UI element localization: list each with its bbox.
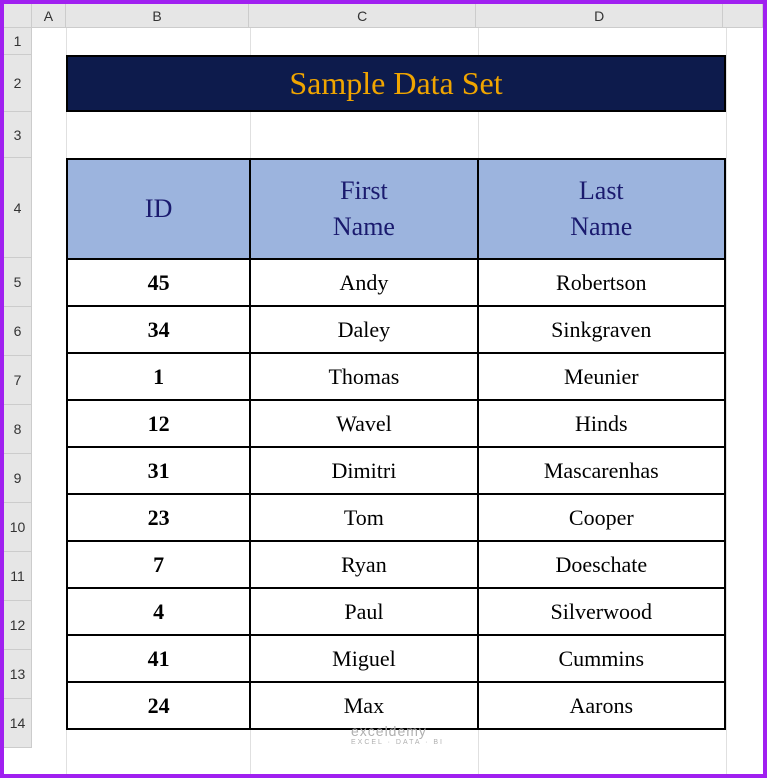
cell-last[interactable]: Doeschate [478,541,725,588]
row-header-7[interactable]: 7 [4,356,32,405]
cell-first[interactable]: Wavel [250,400,477,447]
table-header-row: ID FirstName LastName [67,159,725,259]
col-header-E[interactable] [723,4,763,27]
table-row: 12WavelHinds [67,400,725,447]
table-row: 7RyanDoeschate [67,541,725,588]
col-header-C[interactable]: C [249,4,476,27]
cell-id[interactable]: 4 [67,588,250,635]
row-header-13[interactable]: 13 [4,650,32,699]
cell-last[interactable]: Cummins [478,635,725,682]
row-header-12[interactable]: 12 [4,601,32,650]
row-header-14[interactable]: 14 [4,699,32,748]
cell-first[interactable]: Daley [250,306,477,353]
col-header-A[interactable]: A [32,4,66,27]
row-header-9[interactable]: 9 [4,454,32,503]
watermark-sub: EXCEL · DATA · BI [351,739,444,746]
cell-last[interactable]: Silverwood [478,588,725,635]
title-banner[interactable]: Sample Data Set [66,55,726,112]
row-header-11[interactable]: 11 [4,552,32,601]
cell-last[interactable]: Cooper [478,494,725,541]
cell-last[interactable]: Meunier [478,353,725,400]
cell-first[interactable]: Tom [250,494,477,541]
table-row: 1ThomasMeunier [67,353,725,400]
cell-first[interactable]: Paul [250,588,477,635]
row-header-3[interactable]: 3 [4,112,32,158]
table-row: 34DaleySinkgraven [67,306,725,353]
title-text: Sample Data Set [289,65,502,102]
cell-id[interactable]: 41 [67,635,250,682]
col-header-B[interactable]: B [66,4,249,27]
row-header-8[interactable]: 8 [4,405,32,454]
table-row: 45AndyRobertson [67,259,725,306]
cell-first[interactable]: Andy [250,259,477,306]
data-table: ID FirstName LastName 45AndyRobertson34D… [66,158,726,730]
cell-last[interactable]: Mascarenhas [478,447,725,494]
col-header-D[interactable]: D [476,4,723,27]
table-row: 24MaxAarons [67,682,725,729]
table-row: 41MiguelCummins [67,635,725,682]
row-header-4[interactable]: 4 [4,158,32,258]
table-row: 31DimitriMascarenhas [67,447,725,494]
table-row: 23TomCooper [67,494,725,541]
cell-id[interactable]: 34 [67,306,250,353]
cell-last[interactable]: Robertson [478,259,725,306]
cell-id[interactable]: 7 [67,541,250,588]
header-last-name[interactable]: LastName [478,159,725,259]
table-row: 4PaulSilverwood [67,588,725,635]
select-all-corner[interactable] [4,4,32,28]
cell-last[interactable]: Sinkgraven [478,306,725,353]
header-first-name[interactable]: FirstName [250,159,477,259]
row-header-10[interactable]: 10 [4,503,32,552]
cell-id[interactable]: 23 [67,494,250,541]
cell-id[interactable]: 12 [67,400,250,447]
row-header-2[interactable]: 2 [4,55,32,112]
cell-id[interactable]: 24 [67,682,250,729]
cell-first[interactable]: Thomas [250,353,477,400]
sheet-content: Sample Data Set ID FirstName LastName 45… [32,28,763,774]
cell-id[interactable]: 1 [67,353,250,400]
row-header-1[interactable]: 1 [4,28,32,55]
cell-id[interactable]: 45 [67,259,250,306]
row-headers: 1234567891011121314 [4,28,32,748]
cell-first[interactable]: Miguel [250,635,477,682]
row-header-5[interactable]: 5 [4,258,32,307]
cell-last[interactable]: Aarons [478,682,725,729]
cell-first[interactable]: Max [250,682,477,729]
spreadsheet-area: A B C D 1234567891011121314 Sample Data … [4,4,763,774]
cell-last[interactable]: Hinds [478,400,725,447]
header-id[interactable]: ID [67,159,250,259]
cell-first[interactable]: Dimitri [250,447,477,494]
column-headers: A B C D [4,4,763,28]
cell-id[interactable]: 31 [67,447,250,494]
row-header-6[interactable]: 6 [4,307,32,356]
cell-first[interactable]: Ryan [250,541,477,588]
